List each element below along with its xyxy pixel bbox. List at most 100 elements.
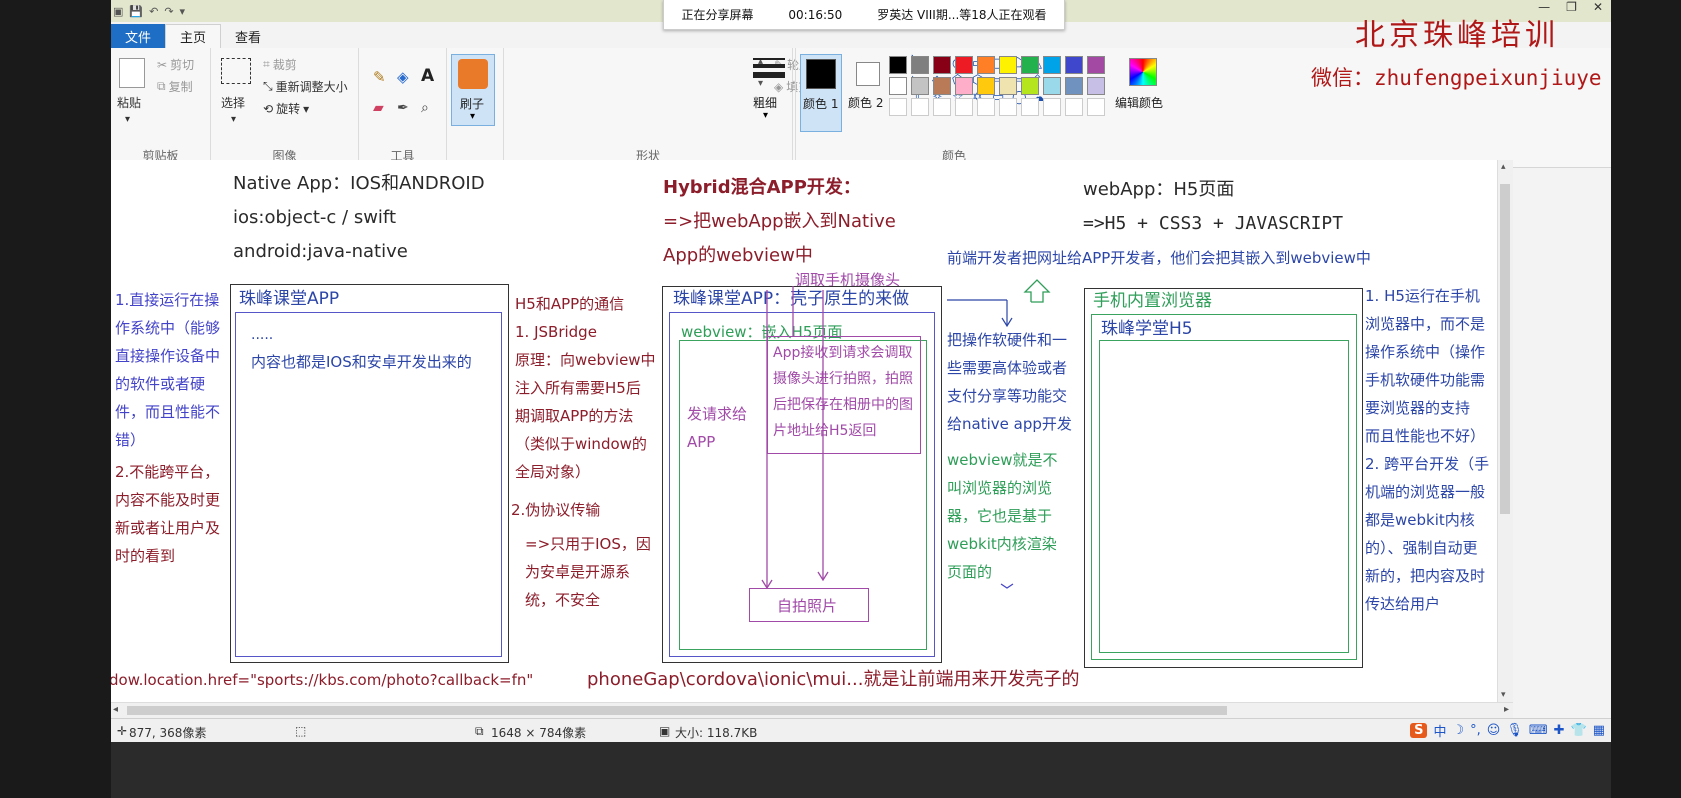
- color1-label: 颜色 1: [803, 97, 839, 111]
- brush-icon: [458, 59, 488, 89]
- select-button[interactable]: 选择: [221, 94, 245, 111]
- right-note-7: 2. 跨平台开发（手: [1365, 455, 1490, 473]
- edit-colors-button[interactable]: 编辑颜色: [1115, 54, 1173, 134]
- undo-icon[interactable]: ↶: [149, 5, 158, 18]
- palette-swatch[interactable]: [1043, 98, 1061, 116]
- sogou-logo-icon[interactable]: S: [1410, 722, 1428, 738]
- keyboard-icon[interactable]: ⌨: [1529, 723, 1548, 738]
- scroll-down-icon[interactable]: ▾: [1501, 690, 1506, 700]
- size-button[interactable]: 粗细 ▾: [749, 54, 789, 134]
- palette-swatch[interactable]: [889, 56, 907, 74]
- customize-dropdown-icon[interactable]: ▾: [180, 5, 186, 18]
- palette-swatch[interactable]: [911, 98, 929, 116]
- microphone-icon[interactable]: 🎙: [1506, 723, 1523, 738]
- color1-button[interactable]: 颜色 1: [800, 54, 842, 132]
- palette-swatch[interactable]: [977, 56, 995, 74]
- scroll-right-icon[interactable]: ▸: [1504, 704, 1509, 715]
- color-palette[interactable]: [889, 56, 1109, 116]
- palette-swatch[interactable]: [1087, 77, 1105, 95]
- palette-swatch[interactable]: [999, 77, 1017, 95]
- paste-dropdown-icon[interactable]: ▾: [125, 114, 130, 125]
- palette-swatch[interactable]: [977, 77, 995, 95]
- share-timer: 00:16:50: [788, 7, 843, 22]
- paint-app-icon: ▣: [113, 4, 124, 18]
- close-button[interactable]: ✕: [1593, 0, 1603, 14]
- tab-view[interactable]: 查看: [221, 24, 275, 48]
- drawing-canvas[interactable]: Native App：IOS和ANDROID ios:object-c / sw…: [111, 160, 1497, 702]
- palette-swatch[interactable]: [889, 98, 907, 116]
- palette-swatch[interactable]: [1065, 77, 1083, 95]
- palette-swatch[interactable]: [1087, 56, 1105, 74]
- select-dropdown-icon[interactable]: ▾: [231, 114, 236, 125]
- magnifier-icon[interactable]: ⌕: [421, 100, 429, 116]
- palette-swatch[interactable]: [955, 98, 973, 116]
- palette-swatch[interactable]: [889, 77, 907, 95]
- palette-swatch[interactable]: [933, 77, 951, 95]
- palette-swatch[interactable]: [1087, 98, 1105, 116]
- cut-button[interactable]: ✂ 剪切: [157, 56, 194, 73]
- size-icon: [753, 58, 785, 60]
- palette-swatch[interactable]: [1065, 56, 1083, 74]
- palette-swatch[interactable]: [1021, 98, 1039, 116]
- pencil-icon[interactable]: ✎: [373, 68, 386, 86]
- redo-icon[interactable]: ↷: [164, 5, 173, 18]
- palette-swatch[interactable]: [911, 56, 929, 74]
- vertical-scrollbar[interactable]: ▴ ▾: [1497, 160, 1513, 702]
- paste-button[interactable]: 粘贴: [117, 94, 141, 111]
- tab-file[interactable]: 文件: [111, 24, 166, 48]
- menu-grid-icon[interactable]: ▦: [1593, 723, 1605, 738]
- moon-icon[interactable]: ☽: [1452, 723, 1464, 738]
- fill-bucket-icon[interactable]: ◈: [397, 68, 409, 86]
- toolbox-icon[interactable]: ✚: [1554, 723, 1565, 738]
- hw-line-1: 把操作软硬件和一: [947, 331, 1068, 349]
- resize-label: 重新调整大小: [275, 80, 348, 94]
- palette-swatch[interactable]: [999, 98, 1017, 116]
- palette-swatch[interactable]: [1065, 98, 1083, 116]
- horizontal-scrollbar[interactable]: ◂ ▸: [111, 702, 1513, 718]
- browser-box-title: 手机内置浏览器: [1093, 291, 1212, 311]
- color2-button[interactable]: 颜色 2: [846, 54, 888, 132]
- palette-swatch[interactable]: [933, 98, 951, 116]
- brush-dropdown-icon: ▾: [470, 111, 476, 122]
- right-note-2: 浏览器中，而不是: [1365, 315, 1486, 333]
- palette-swatch[interactable]: [911, 77, 929, 95]
- save-icon[interactable]: 💾: [129, 5, 143, 18]
- palette-swatch[interactable]: [1021, 77, 1039, 95]
- brush-button[interactable]: 刷子 ▾: [451, 54, 495, 126]
- text-tool-icon[interactable]: A: [421, 66, 434, 86]
- palette-swatch[interactable]: [999, 56, 1017, 74]
- copy-button[interactable]: ⧉ 复制: [157, 78, 193, 95]
- palette-swatch[interactable]: [955, 77, 973, 95]
- crop-icon: ⌗: [263, 57, 270, 71]
- palette-swatch[interactable]: [1021, 56, 1039, 74]
- hw-line-4: 给native app开发: [947, 415, 1072, 433]
- punctuation-icon[interactable]: °,: [1470, 723, 1481, 738]
- palette-swatch[interactable]: [955, 56, 973, 74]
- scroll-up-icon[interactable]: ▴: [1501, 162, 1506, 172]
- horizontal-scroll-thumb[interactable]: [127, 706, 1227, 715]
- emoji-icon[interactable]: ☺: [1487, 723, 1501, 738]
- palette-swatch[interactable]: [1043, 56, 1061, 74]
- rotate-label: 旋转: [276, 102, 301, 116]
- right-note-9: 都是webkit内核: [1365, 511, 1475, 529]
- share-status: 正在分享屏幕: [681, 8, 754, 22]
- rotate-button[interactable]: ⟲ 旋转 ▾: [263, 100, 309, 117]
- scissors-icon: ✂: [157, 57, 168, 72]
- palette-swatch[interactable]: [933, 56, 951, 74]
- crop-button[interactable]: ⌗ 裁剪: [263, 56, 297, 73]
- resize-button[interactable]: ⤡ 重新调整大小: [263, 78, 348, 95]
- size-dropdown-icon: ▾: [763, 110, 769, 121]
- palette-swatch[interactable]: [977, 98, 995, 116]
- palette-swatch[interactable]: [1043, 77, 1061, 95]
- maximize-button[interactable]: ❐: [1566, 0, 1577, 14]
- color2-label: 颜色 2: [848, 96, 884, 110]
- color2-swatch: [856, 62, 880, 86]
- eraser-icon[interactable]: ▰: [373, 100, 384, 116]
- frontend-note: 前端开发者把网址给APP开发者，他们会把其嵌入到webview中: [947, 249, 1371, 267]
- vertical-scroll-thumb[interactable]: [1500, 184, 1510, 514]
- skin-icon[interactable]: 👕: [1571, 723, 1587, 738]
- scroll-left-icon[interactable]: ◂: [113, 704, 118, 715]
- ime-mode[interactable]: 中: [1433, 721, 1446, 740]
- color-picker-icon[interactable]: ✒: [397, 100, 409, 116]
- tab-home[interactable]: 主页: [165, 24, 222, 48]
